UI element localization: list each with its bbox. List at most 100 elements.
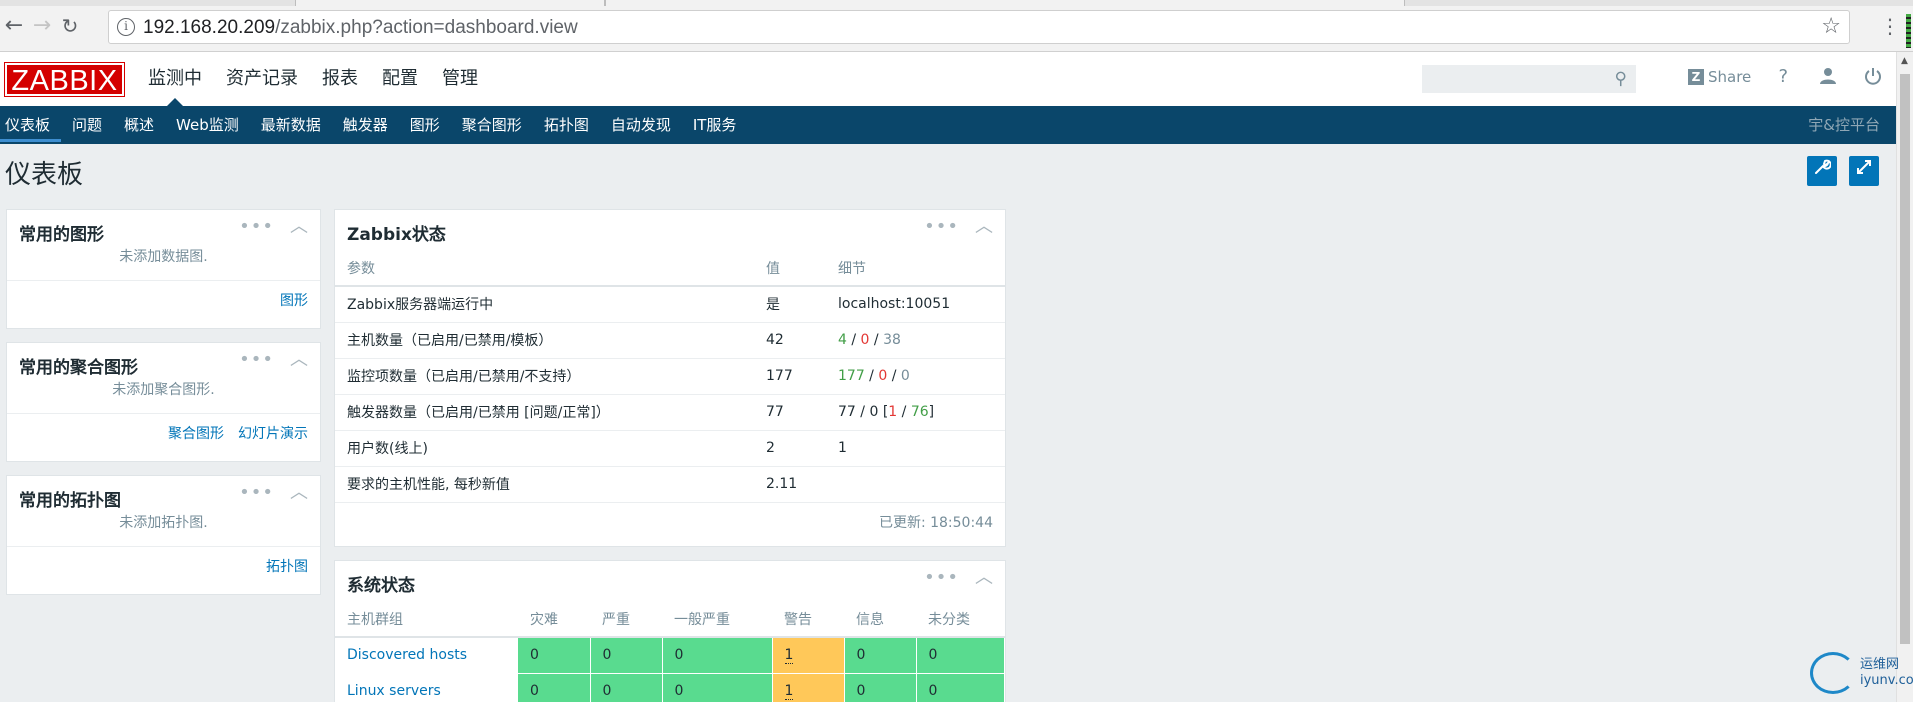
collapse-chevron-up-icon[interactable]: ︿ xyxy=(975,569,993,587)
zabbix-share-icon: Z xyxy=(1688,69,1704,85)
maps-link[interactable]: 拓扑图 xyxy=(266,559,308,575)
subnav-triggers[interactable]: 触发器 xyxy=(332,106,399,144)
detail-cell: 177 / 0 / 0 xyxy=(826,358,1005,395)
slideshows-link[interactable]: 幻灯片演示 xyxy=(238,426,308,442)
column-header: 值 xyxy=(754,250,826,287)
column-header: 未分类 xyxy=(916,601,1005,638)
problem-count: 1 xyxy=(888,404,898,420)
reload-icon[interactable]: ↻ xyxy=(58,14,82,38)
subnav-overview[interactable]: 概述 xyxy=(113,106,165,144)
last-updated-text: 已更新: 18:50:44 xyxy=(878,514,993,531)
scrollbar-thumb[interactable] xyxy=(1900,74,1910,644)
warning-count-value[interactable]: 1 xyxy=(784,647,794,665)
widget-menu-dots-icon[interactable]: ••• xyxy=(239,351,274,369)
widget-system-status: 系统状态 ••• ︿ 主机群组 灾难 严重 一般严重 警告 信息 未分类 Disc… xyxy=(334,560,1006,702)
zabbix-logo[interactable]: ZABBIX xyxy=(4,62,125,97)
param-cell: 要求的主机性能, 每秒新值 xyxy=(335,466,754,503)
search-icon[interactable]: ⚲ xyxy=(1615,69,1627,89)
tab-strip xyxy=(0,0,1913,6)
info-count: 0 xyxy=(844,637,917,674)
host-group-link[interactable]: Linux servers xyxy=(347,683,441,699)
table-row: 触发器数量（已启用/已禁用 [问题/正常]） 77 77 / 0 [1 / 76… xyxy=(335,394,1005,431)
widget-title: 常用的拓扑图 xyxy=(19,491,121,511)
back-icon[interactable]: ← xyxy=(2,14,26,38)
table-row: Discovered hosts 0 0 0 1 0 0 xyxy=(335,637,1005,674)
enabled-count: 77 xyxy=(838,404,856,420)
template-count: 38 xyxy=(883,332,901,348)
high-count: 0 xyxy=(590,673,663,702)
host-group-link[interactable]: Discovered hosts xyxy=(347,647,467,663)
empty-message: 未添加拓扑图. xyxy=(119,515,208,531)
info-count: 0 xyxy=(844,673,917,702)
forward-icon[interactable]: → xyxy=(30,14,54,38)
server-brand-label: 宇&控平台 xyxy=(1808,116,1880,134)
watermark-line2: iyunv.com xyxy=(1860,673,1913,688)
param-cell: 触发器数量（已启用/已禁用 [问题/正常]） xyxy=(335,394,754,431)
subnav-latest-data[interactable]: 最新数据 xyxy=(250,106,332,144)
widget-menu-dots-icon[interactable]: ••• xyxy=(239,218,274,236)
disabled-count: 0 xyxy=(869,404,879,420)
scroll-up-arrow-icon[interactable]: ▲ xyxy=(1901,56,1908,66)
browser-menu-icon[interactable]: ⋮ xyxy=(1880,14,1900,38)
widget-menu-dots-icon[interactable]: ••• xyxy=(239,484,274,502)
collapse-chevron-up-icon[interactable]: ︿ xyxy=(290,484,308,502)
browser-tab[interactable] xyxy=(605,0,1405,6)
column-header: 严重 xyxy=(590,601,662,638)
value-cell: 42 xyxy=(754,322,826,359)
subnav-discovery[interactable]: 自动发现 xyxy=(600,106,682,144)
subnav-screens[interactable]: 聚合图形 xyxy=(451,106,533,144)
page-title: 仪表板 xyxy=(5,160,84,190)
menu-inventory[interactable]: 资产记录 xyxy=(214,52,310,106)
widget-menu-dots-icon[interactable]: ••• xyxy=(924,569,959,587)
warning-count[interactable]: 1 xyxy=(772,637,845,674)
zabbix-status-table: 参数 值 细节 Zabbix服务器端运行中 是 localhost:10051 … xyxy=(335,250,1005,503)
subnav-web[interactable]: Web监测 xyxy=(165,106,250,144)
header-actions: Z Share ? xyxy=(1688,67,1908,87)
graphs-link[interactable]: 图形 xyxy=(280,293,308,309)
subnav-dashboard[interactable]: 仪表板 xyxy=(0,106,62,144)
menu-administration[interactable]: 管理 xyxy=(430,52,490,106)
user-profile-icon[interactable] xyxy=(1818,67,1838,87)
share-button[interactable]: Z Share xyxy=(1688,68,1751,86)
average-count: 0 xyxy=(662,673,773,702)
disaster-count: 0 xyxy=(518,673,591,702)
search-input[interactable]: ⚲ xyxy=(1422,65,1636,93)
widget-menu-dots-icon[interactable]: ••• xyxy=(924,218,959,236)
extension-indicator xyxy=(1906,14,1911,48)
url-text[interactable]: 192.168.20.209/zabbix.php?action=dashboa… xyxy=(143,17,578,39)
menu-reports[interactable]: 报表 xyxy=(310,52,370,106)
fullscreen-icon[interactable] xyxy=(1849,156,1879,186)
widget-title: Zabbix状态 xyxy=(347,225,446,245)
logout-icon[interactable] xyxy=(1863,67,1883,87)
value-cell: 2 xyxy=(754,430,826,467)
subnav-graphs[interactable]: 图形 xyxy=(399,106,451,144)
site-info-icon[interactable]: i xyxy=(117,18,135,36)
url-path: /zabbix.php?action=dashboard.view xyxy=(275,17,578,38)
address-bar[interactable]: i 192.168.20.209/zabbix.php?action=dashb… xyxy=(108,10,1850,44)
not-classified-count: 0 xyxy=(916,673,1005,702)
screens-link[interactable]: 聚合图形 xyxy=(168,426,224,442)
menu-monitoring[interactable]: 监测中 xyxy=(136,52,214,106)
subnav-maps[interactable]: 拓扑图 xyxy=(533,106,600,144)
edit-dashboard-wrench-icon[interactable] xyxy=(1807,156,1837,186)
page-scrollbar[interactable]: ▲ xyxy=(1896,52,1913,702)
collapse-chevron-up-icon[interactable]: ︿ xyxy=(975,218,993,236)
subnav-it-services[interactable]: IT服务 xyxy=(682,106,748,144)
menu-configuration[interactable]: 配置 xyxy=(370,52,430,106)
help-icon[interactable]: ? xyxy=(1773,67,1793,87)
bookmark-star-icon[interactable]: ☆ xyxy=(1821,14,1841,39)
warning-count-value[interactable]: 1 xyxy=(784,683,794,700)
detail-cell xyxy=(826,466,1005,503)
empty-message: 未添加数据图. xyxy=(119,249,208,265)
detail-cell: 1 xyxy=(826,430,1005,467)
empty-message: 未添加聚合图形. xyxy=(112,382,215,398)
param-cell: 主机数量（已启用/已禁用/模板） xyxy=(335,322,754,359)
param-cell: Zabbix服务器端运行中 xyxy=(335,286,754,323)
column-header: 主机群组 xyxy=(335,601,518,638)
subnav-problems[interactable]: 问题 xyxy=(61,106,113,144)
browser-tab[interactable] xyxy=(295,0,605,6)
warning-count[interactable]: 1 xyxy=(772,673,845,702)
share-label: Share xyxy=(1708,68,1752,86)
collapse-chevron-up-icon[interactable]: ︿ xyxy=(290,218,308,236)
collapse-chevron-up-icon[interactable]: ︿ xyxy=(290,351,308,369)
